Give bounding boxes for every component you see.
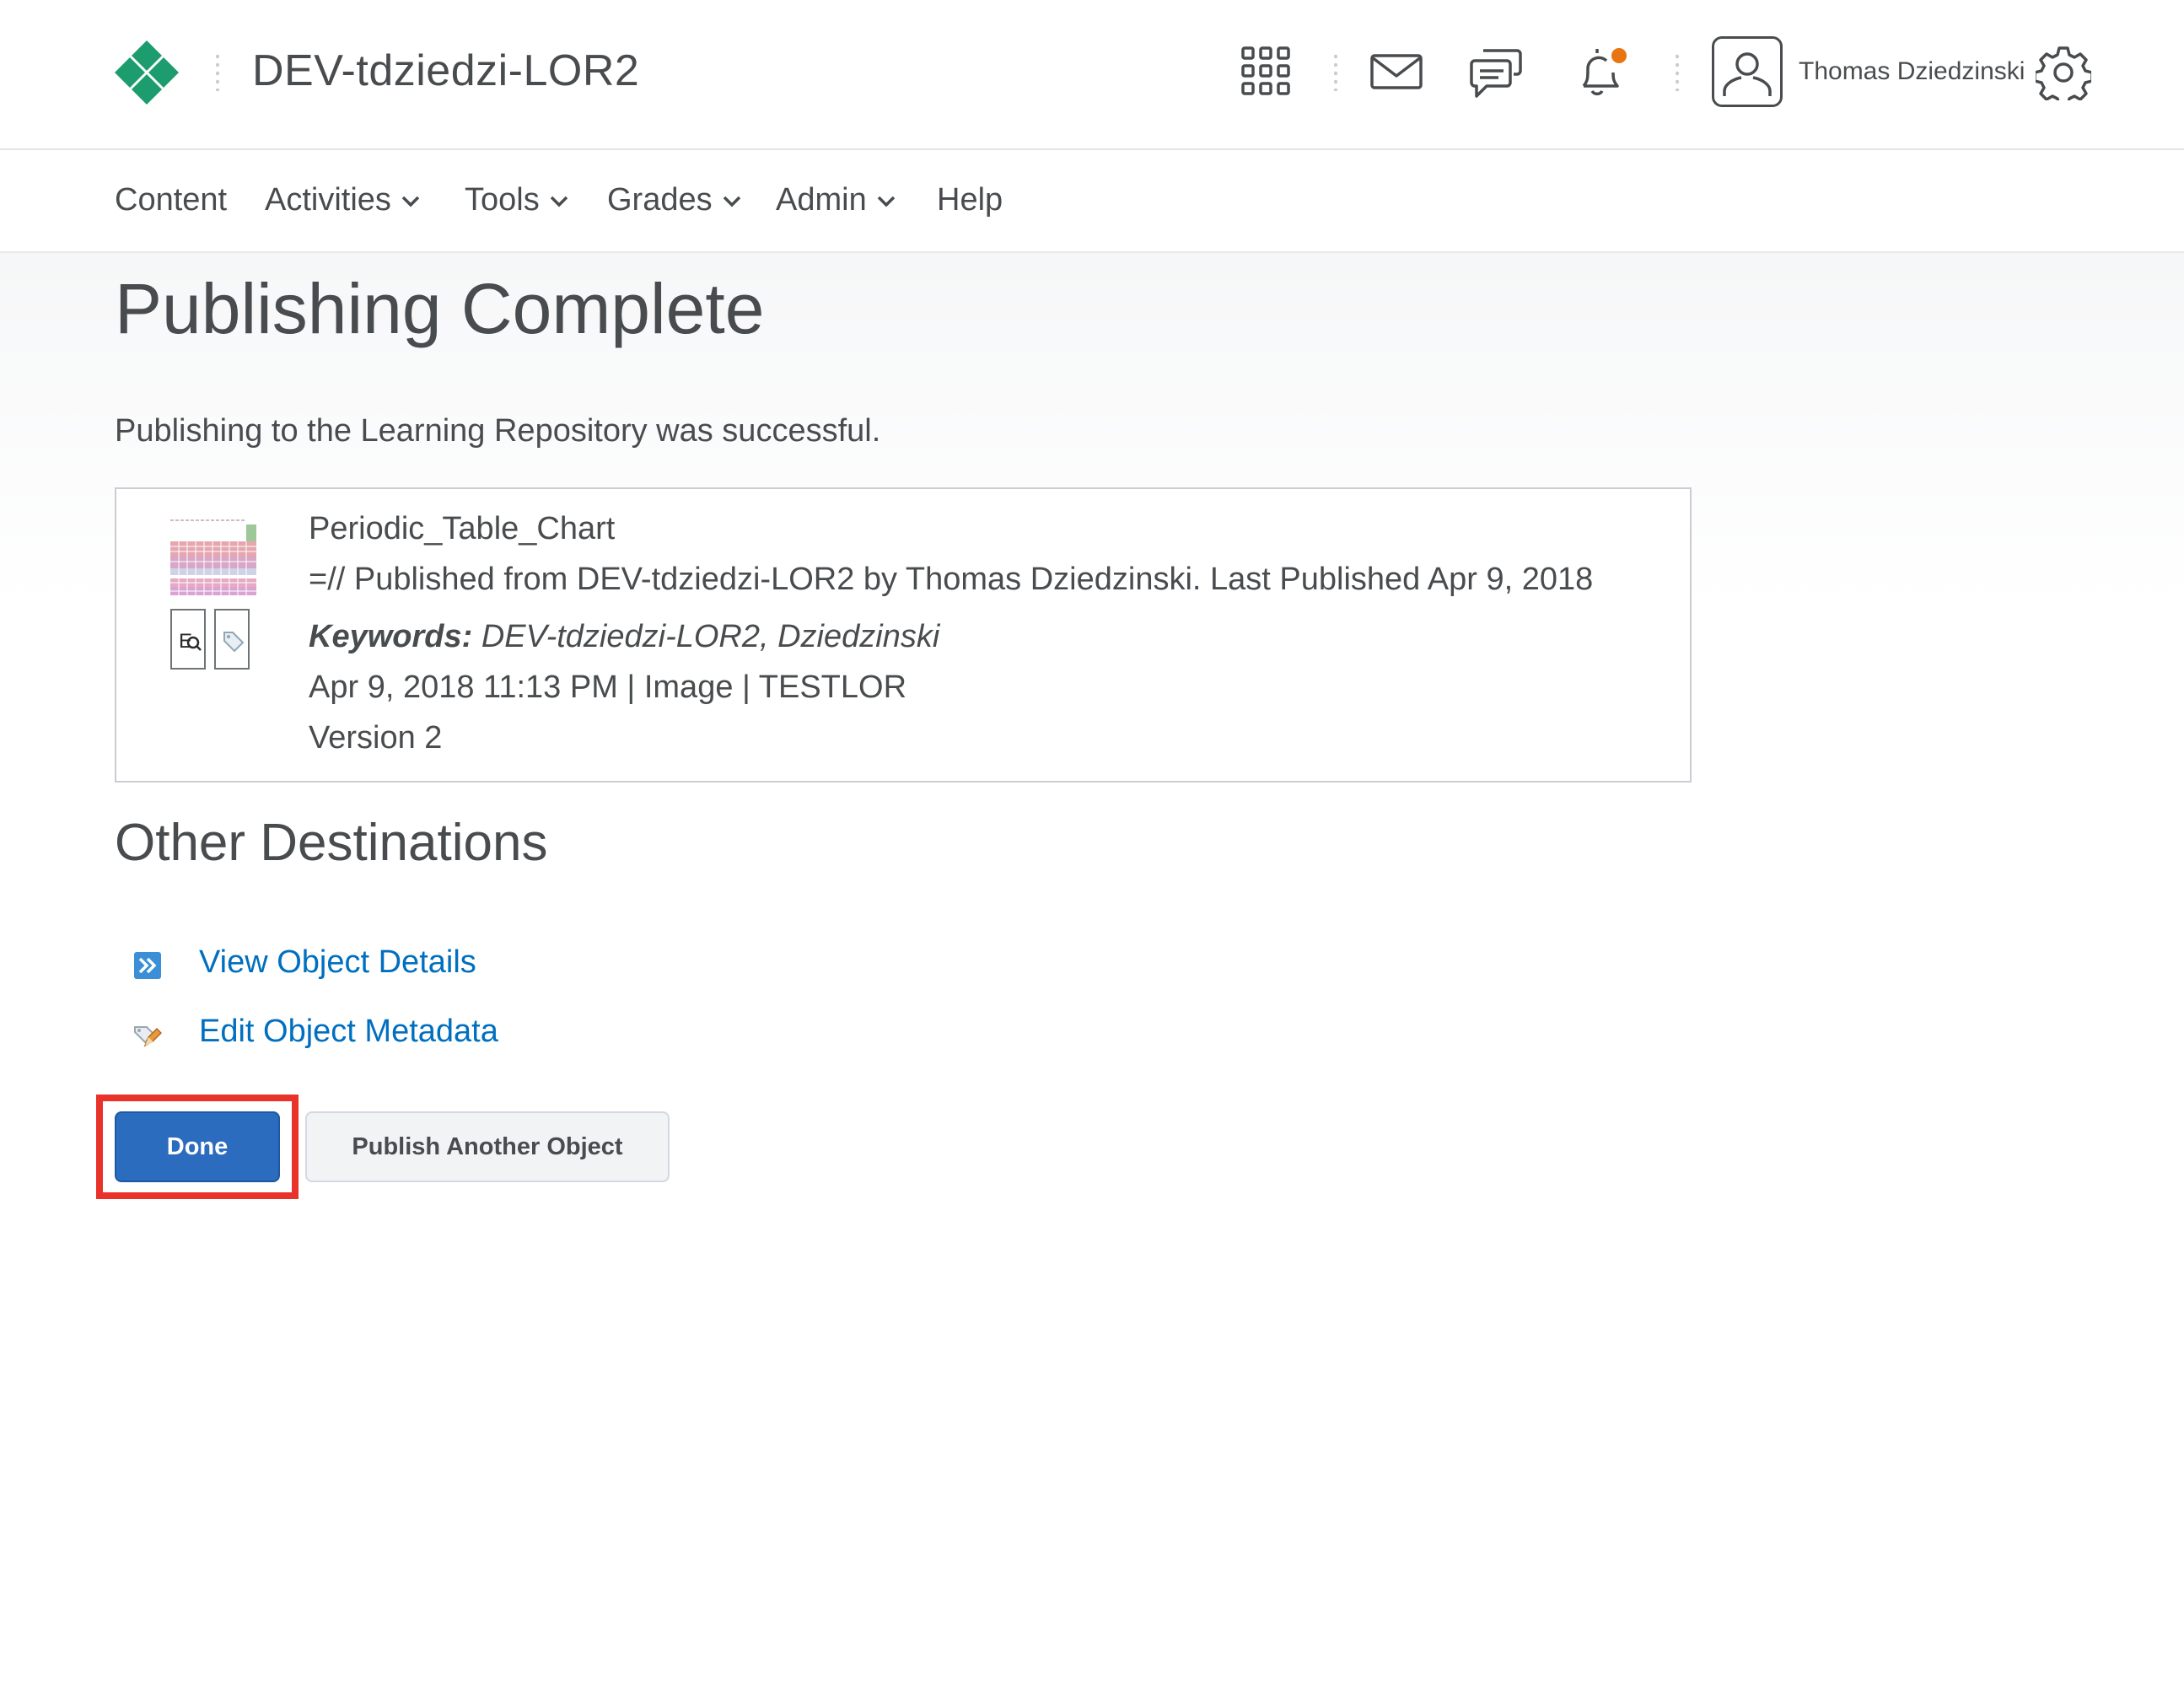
chevron-down-icon <box>723 196 740 207</box>
nav-label: Help <box>937 182 1003 218</box>
mail-icon[interactable] <box>1370 54 1423 89</box>
nav-content[interactable]: Content <box>115 182 227 218</box>
done-button[interactable]: Done <box>115 1111 280 1182</box>
keywords-value: DEV-tdziedzi-LOR2, Dziedzinski <box>481 619 940 654</box>
chevron-down-icon <box>877 196 895 207</box>
object-title: Periodic_Table_Chart <box>309 511 616 546</box>
brand-logo-icon[interactable] <box>115 40 179 105</box>
success-message: Publishing to the Learning Repository wa… <box>115 413 881 449</box>
chevron-down-icon <box>550 196 568 207</box>
course-navbar: Content Activities Tools Grades Admin He… <box>0 150 2184 253</box>
nav-admin[interactable]: Admin <box>776 182 896 218</box>
other-destinations-heading: Other Destinations <box>115 814 548 872</box>
user-avatar-button[interactable] <box>1712 36 1783 107</box>
link-label: Edit Object Metadata <box>199 1014 498 1049</box>
header-separator <box>1676 52 1679 91</box>
nav-activities[interactable]: Activities <box>265 182 420 218</box>
preview-object-button[interactable]: E <box>170 609 206 670</box>
tag-icon <box>223 632 245 653</box>
user-avatar-icon <box>1723 52 1772 96</box>
header-separator <box>1334 52 1337 91</box>
nav-label: Tools <box>465 182 540 218</box>
nav-help[interactable]: Help <box>937 182 1003 218</box>
chat-icon[interactable] <box>1470 46 1522 100</box>
user-name[interactable]: Thomas Dziedzinski <box>1799 57 2025 86</box>
header-separator <box>216 52 219 91</box>
preview-magnifier-icon: E <box>179 630 202 653</box>
edit-metadata-icon <box>134 1026 162 1047</box>
nav-grades[interactable]: Grades <box>607 182 741 218</box>
published-object-card: E Periodic_Table_Chart =// Published fro… <box>115 487 1692 783</box>
link-label: View Object Details <box>199 944 476 980</box>
nav-label: Admin <box>776 182 867 218</box>
object-description: =// Published from DEV-tdziedzi-LOR2 by … <box>309 562 1594 597</box>
object-version: Version 2 <box>309 720 443 756</box>
nav-tools[interactable]: Tools <box>465 182 568 218</box>
keywords-label: Keywords: <box>309 619 473 654</box>
tag-object-button[interactable] <box>214 609 250 670</box>
view-details-icon <box>134 952 161 979</box>
notifications-bell-icon[interactable] <box>1573 44 1629 100</box>
chevron-down-icon <box>401 196 420 207</box>
object-keywords: Keywords: DEV-tdziedzi-LOR2, Dziedzinski <box>309 619 939 655</box>
page-title: Publishing Complete <box>115 269 765 348</box>
app-grid-icon[interactable] <box>1241 46 1290 95</box>
nav-label: Grades <box>607 182 713 218</box>
publish-another-object-button[interactable]: Publish Another Object <box>305 1111 670 1182</box>
org-title[interactable]: DEV-tdziedzi-LOR2 <box>252 46 639 96</box>
settings-gear-icon[interactable] <box>2036 45 2091 100</box>
svg-text:E: E <box>179 630 192 653</box>
nav-label: Content <box>115 182 228 218</box>
periodic-table-thumbnail-icon[interactable] <box>170 513 256 597</box>
nav-label: Activities <box>265 182 391 218</box>
top-header: DEV-tdziedzi-LOR2 Thomas Dziedzinski <box>0 0 2184 150</box>
object-metadata-line: Apr 9, 2018 11:13 PM | Image | TESTLOR <box>309 670 907 705</box>
